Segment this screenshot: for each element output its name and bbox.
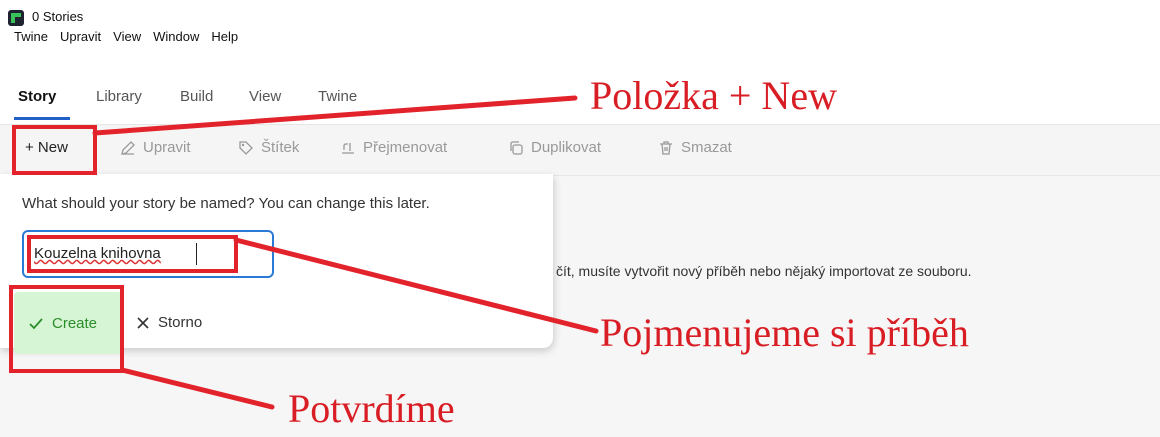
arrow-to-new [92,95,578,136]
highlight-name-input [27,235,238,273]
annotation-new-item: Položka + New [590,73,837,118]
annotation-confirm: Potvrdíme [288,386,455,431]
arrow-to-create [119,367,275,410]
highlight-new-button [12,125,97,175]
highlight-create-button [9,285,124,373]
arrow-to-input [233,237,599,334]
annotation-arrows [92,95,599,410]
annotation-name-story: Pojmenujeme si příběh [600,310,969,355]
